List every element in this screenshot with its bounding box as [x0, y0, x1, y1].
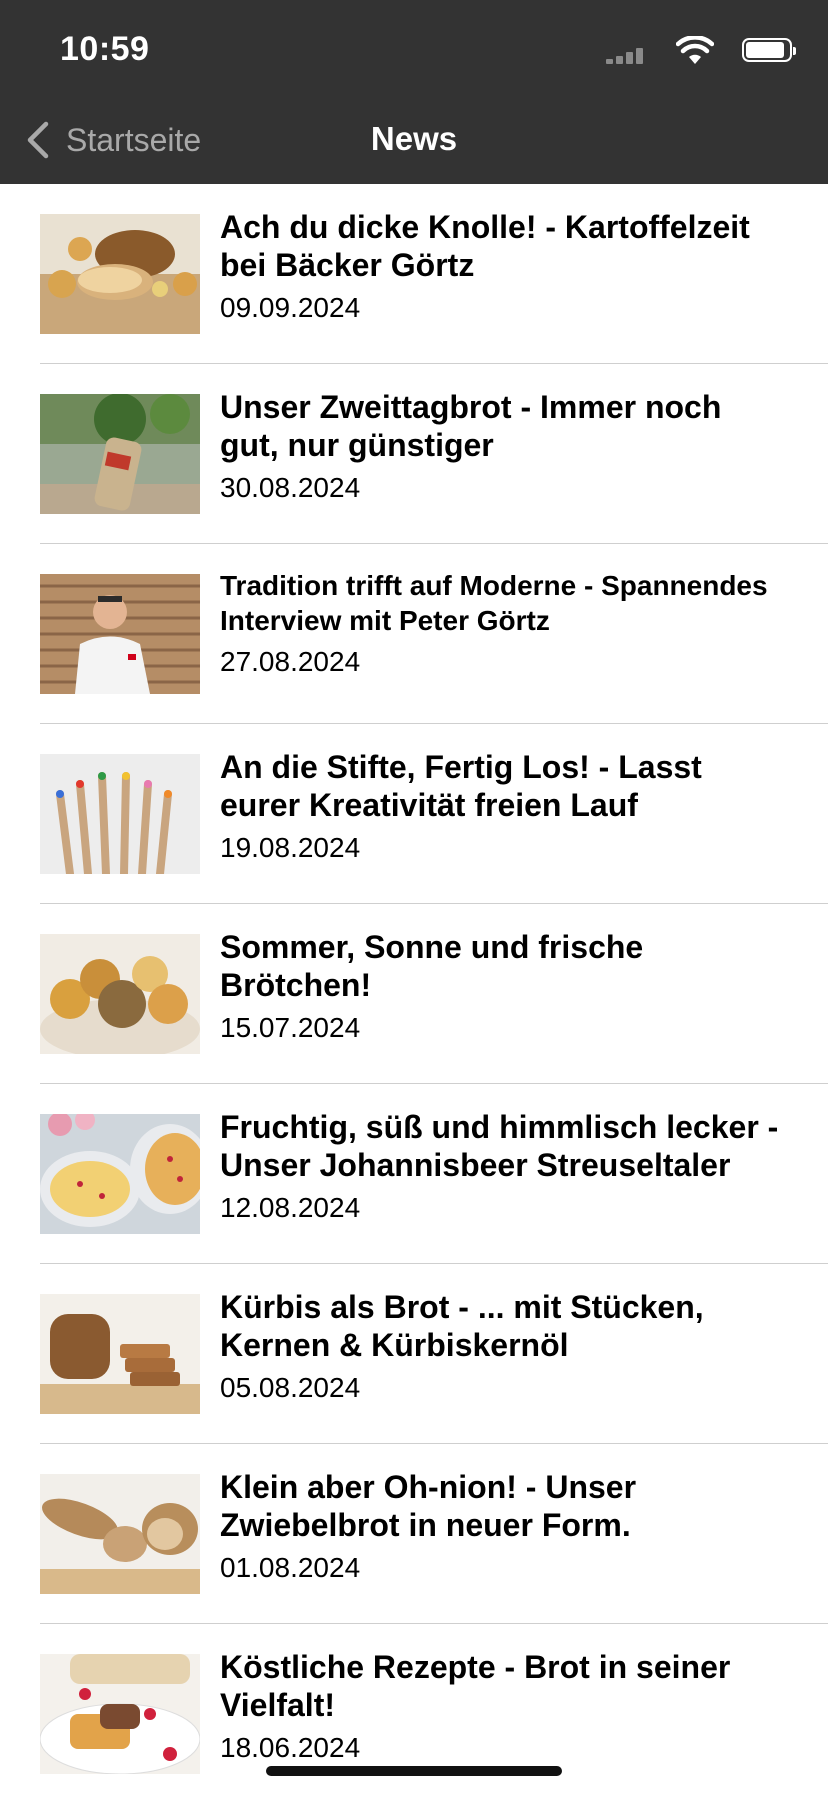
article-title: Ach du dicke Knolle! - Kartoffelzeit bei…: [220, 209, 750, 283]
article-date: 05.08.2024: [220, 1372, 361, 1403]
pumpkin-bread-image: [40, 1294, 200, 1414]
news-item[interactable]: An die Stifte, Fertig Los! - Lasst eurer…: [0, 724, 828, 904]
article-date: 09.09.2024: [220, 292, 361, 323]
page-title: News: [370, 120, 458, 157]
news-item[interactable]: Unser Zweittagbrot - Immer noch gut, nur…: [0, 364, 828, 544]
article-title: Kürbis als Brot - ... mit Stücken, Kerne…: [220, 1289, 704, 1363]
bagged-bread-image: [40, 394, 200, 514]
article-date: 01.08.2024: [220, 1552, 361, 1583]
article-title: Sommer, Sonne und frische Brötchen!: [220, 929, 644, 1003]
article-title: Klein aber Oh-nion! - Unser Zwiebelbrot …: [220, 1469, 637, 1543]
news-item[interactable]: Fruchtig, süß und himmlisch lecker - Uns…: [0, 1084, 828, 1264]
news-item[interactable]: Köstliche Rezepte - Brot in seiner Vielf…: [0, 1624, 828, 1804]
news-item[interactable]: Sommer, Sonne und frische Brötchen! 15.0…: [0, 904, 828, 1084]
article-date: 19.08.2024: [220, 832, 361, 863]
home-indicator[interactable]: [266, 1766, 562, 1776]
article-title: Tradition trifft auf Moderne - Spannende…: [220, 570, 768, 636]
news-item[interactable]: Klein aber Oh-nion! - Unser Zwiebelbrot …: [0, 1444, 828, 1624]
article-title: Fruchtig, süß und himmlisch lecker - Uns…: [220, 1109, 779, 1183]
article-title: Köstliche Rezepte - Brot in seiner Vielf…: [220, 1649, 731, 1723]
wifi-icon: [676, 36, 714, 64]
article-date: 18.06.2024: [220, 1732, 361, 1763]
bread-rolls-image: [40, 934, 200, 1054]
news-item[interactable]: Tradition trifft auf Moderne - Spannende…: [0, 544, 828, 724]
french-toast-image: [40, 1654, 200, 1774]
cellular-signal-icon: [606, 48, 646, 64]
news-item[interactable]: Ach du dicke Knolle! - Kartoffelzeit bei…: [0, 184, 828, 364]
baker-portrait-image: [40, 574, 200, 694]
bread-potatoes-image: [40, 214, 200, 334]
article-date: 27.08.2024: [220, 646, 361, 677]
status-time: 10:59: [60, 30, 150, 68]
streuseltaler-image: [40, 1114, 200, 1234]
onion-bread-image: [40, 1474, 200, 1594]
article-title: An die Stifte, Fertig Los! - Lasst eurer…: [220, 749, 702, 823]
navigation-header: 10:59 Startseite News: [0, 0, 828, 184]
battery-icon: [742, 38, 796, 62]
article-date: 12.08.2024: [220, 1192, 361, 1223]
article-title: Unser Zweittagbrot - Immer noch gut, nur…: [220, 389, 722, 463]
article-date: 15.07.2024: [220, 1012, 361, 1043]
news-list: Ach du dicke Knolle! - Kartoffelzeit bei…: [0, 184, 828, 1804]
news-item[interactable]: Kürbis als Brot - ... mit Stücken, Kerne…: [0, 1264, 828, 1444]
colored-pencils-image: [40, 754, 200, 874]
article-date: 30.08.2024: [220, 472, 361, 503]
